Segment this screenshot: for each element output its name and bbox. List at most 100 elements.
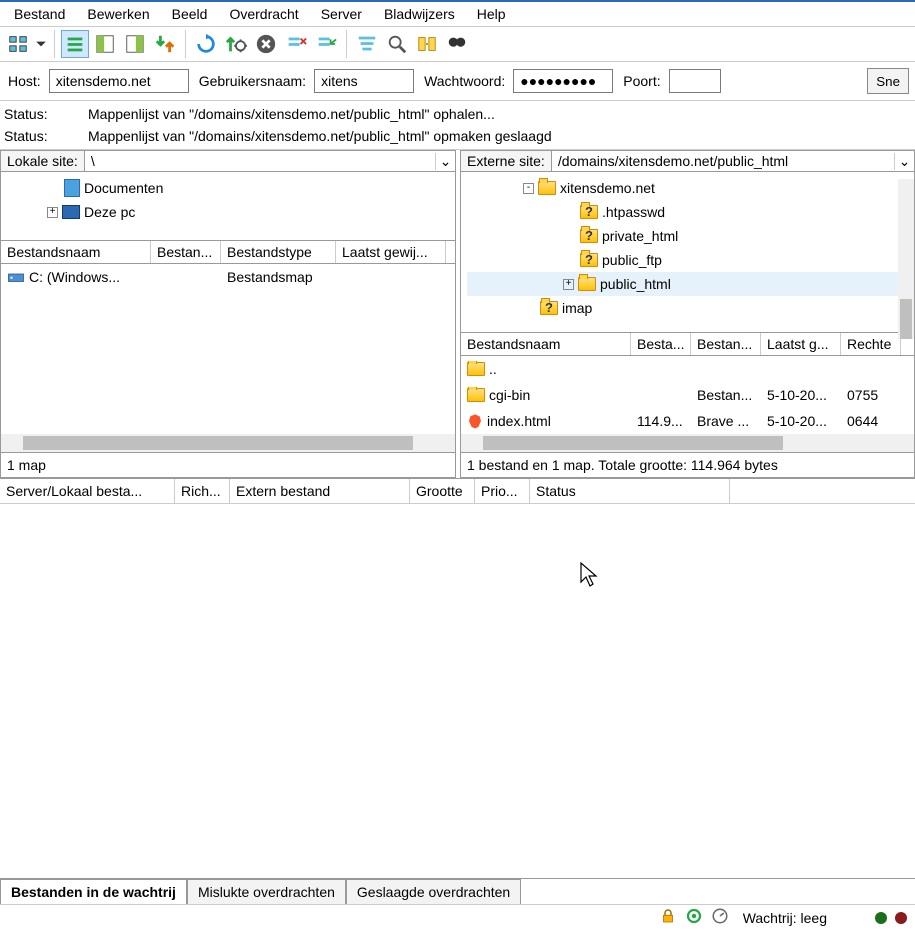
menu-item[interactable]: Help [477, 6, 506, 22]
tab-queued[interactable]: Bestanden in de wachtrij [0, 879, 187, 904]
list-item[interactable]: .. [461, 356, 914, 382]
tree-item[interactable]: .htpasswd [467, 200, 908, 224]
chevron-down-icon[interactable]: ⌄ [435, 153, 455, 170]
speed-icon[interactable] [711, 907, 729, 928]
menu-item[interactable]: Overdracht [229, 6, 298, 22]
process-queue-icon[interactable] [222, 30, 250, 58]
tree-item[interactable]: private_html [467, 224, 908, 248]
toggle-localtree-icon[interactable] [91, 30, 119, 58]
file-name: cgi-bin [489, 387, 530, 403]
drive-icon [7, 268, 25, 286]
column-header[interactable]: Rechte [841, 333, 901, 355]
menu-item[interactable]: Beeld [172, 6, 208, 22]
quickconnect-button[interactable]: Sne [867, 68, 909, 94]
port-input[interactable] [669, 69, 721, 93]
column-header[interactable]: Prio... [475, 479, 530, 503]
sitemanager-icon[interactable] [4, 30, 32, 58]
find-icon[interactable] [443, 30, 471, 58]
cell: 0755 [841, 387, 901, 403]
expander-icon[interactable]: + [563, 279, 574, 290]
scrollbar-vertical[interactable] [898, 179, 914, 339]
remote-path-label: Externe site: [461, 151, 552, 171]
log-text: Mappenlijst van "/domains/xitensdemo.net… [88, 128, 552, 144]
tree-item[interactable]: Documenten [7, 176, 449, 200]
scrollbar-horizontal[interactable] [1, 434, 455, 452]
tree-item[interactable]: + Deze pc [7, 200, 449, 224]
folder-icon [538, 181, 556, 195]
column-header[interactable]: Besta... [631, 333, 691, 355]
expander-icon[interactable]: + [47, 207, 58, 218]
tree-item[interactable]: imap [467, 296, 908, 320]
filter-icon[interactable] [353, 30, 381, 58]
queue-body[interactable] [0, 504, 915, 878]
tree-label: Deze pc [84, 204, 135, 220]
user-input[interactable] [314, 69, 414, 93]
column-header[interactable]: Rich... [175, 479, 230, 503]
list-item[interactable]: C: (Windows...Bestandsmap [1, 264, 455, 290]
tree-item[interactable]: + public_html [467, 272, 908, 296]
column-header[interactable]: Extern bestand [230, 479, 410, 503]
column-header[interactable]: Bestandsnaam [1, 241, 151, 263]
password-label: Wachtwoord: [424, 73, 505, 89]
message-log[interactable]: Status:Mappenlijst van "/domains/xitensd… [0, 101, 915, 150]
cell: Bestan... [691, 387, 761, 403]
tab-success[interactable]: Geslaagde overdrachten [346, 879, 521, 904]
expander-icon[interactable]: - [523, 183, 534, 194]
tree-item[interactable]: public_ftp [467, 248, 908, 272]
reconnect-icon[interactable] [312, 30, 340, 58]
log-text: Mappenlijst van "/domains/xitensdemo.net… [88, 106, 495, 122]
menu-item[interactable]: Server [321, 6, 362, 22]
search-icon[interactable] [383, 30, 411, 58]
list-item[interactable]: index.html114.9...Brave ...5-10-20...064… [461, 408, 914, 434]
local-columns[interactable]: BestandsnaamBestan...BestandstypeLaatst … [1, 240, 455, 264]
toggle-queue-icon[interactable] [151, 30, 179, 58]
menu-item[interactable]: Bestand [14, 6, 65, 22]
lock-icon[interactable] [659, 907, 677, 928]
list-item[interactable]: cgi-binBestan...5-10-20...0755 [461, 382, 914, 408]
column-header[interactable]: Bestan... [691, 333, 761, 355]
menu-item[interactable]: Bewerken [87, 6, 149, 22]
refresh-icon[interactable] [192, 30, 220, 58]
toggle-log-icon[interactable] [61, 30, 89, 58]
tree-item[interactable]: -xitensdemo.net [467, 176, 908, 200]
local-filelist[interactable]: C: (Windows...Bestandsmap [1, 264, 455, 434]
queue-columns[interactable]: Server/Lokaal besta...Rich...Extern best… [0, 478, 915, 504]
column-header[interactable]: Status [530, 479, 730, 503]
port-label: Poort: [623, 73, 660, 89]
column-header[interactable]: Bestandstype [221, 241, 336, 263]
column-header[interactable]: Bestandsnaam [461, 333, 631, 355]
local-path-input[interactable]: \ [85, 151, 435, 171]
password-input[interactable] [513, 69, 613, 93]
local-tree[interactable]: Documenten + Deze pc [1, 172, 455, 240]
cell: Brave ... [691, 413, 761, 429]
host-input[interactable] [49, 69, 189, 93]
brave-icon [467, 412, 483, 430]
gear-icon[interactable] [685, 907, 703, 928]
cancel-icon[interactable] [252, 30, 280, 58]
remote-filelist[interactable]: .. cgi-bin Bestan...5-10-20...0755 index.ht… [461, 356, 914, 434]
menu-item[interactable]: Bladwijzers [384, 6, 455, 22]
separator [54, 30, 55, 58]
tree-label: imap [562, 300, 592, 316]
tree-label: public_html [600, 276, 671, 292]
menubar: Bestand Bewerken Beeld Overdracht Server… [0, 0, 915, 27]
column-header[interactable]: Server/Lokaal besta... [0, 479, 175, 503]
remote-columns[interactable]: BestandsnaamBesta...Bestan...Laatst g...… [461, 332, 914, 356]
cell: 5-10-20... [761, 413, 841, 429]
remote-summary: 1 bestand en 1 map. Totale grootte: 114.… [461, 452, 914, 477]
column-header[interactable]: Laatst g... [761, 333, 841, 355]
scrollbar-horizontal[interactable] [461, 434, 914, 452]
column-header[interactable]: Grootte [410, 479, 475, 503]
disconnect-icon[interactable] [282, 30, 310, 58]
sitemanager-dropdown-icon[interactable] [34, 30, 48, 58]
remote-tree[interactable]: -xitensdemo.net.htpasswdprivate_htmlpubl… [461, 172, 914, 332]
chevron-down-icon[interactable]: ⌄ [894, 153, 914, 170]
column-header[interactable]: Bestan... [151, 241, 221, 263]
queue-tabs: Bestanden in de wachtrij Mislukte overdr… [0, 878, 915, 904]
remote-pane: Externe site: /domains/xitensdemo.net/pu… [460, 150, 915, 478]
column-header[interactable]: Laatst gewij... [336, 241, 446, 263]
tab-failed[interactable]: Mislukte overdrachten [187, 879, 346, 904]
toggle-remotetree-icon[interactable] [121, 30, 149, 58]
remote-path-input[interactable]: /domains/xitensdemo.net/public_html [552, 151, 894, 171]
compare-icon[interactable] [413, 30, 441, 58]
